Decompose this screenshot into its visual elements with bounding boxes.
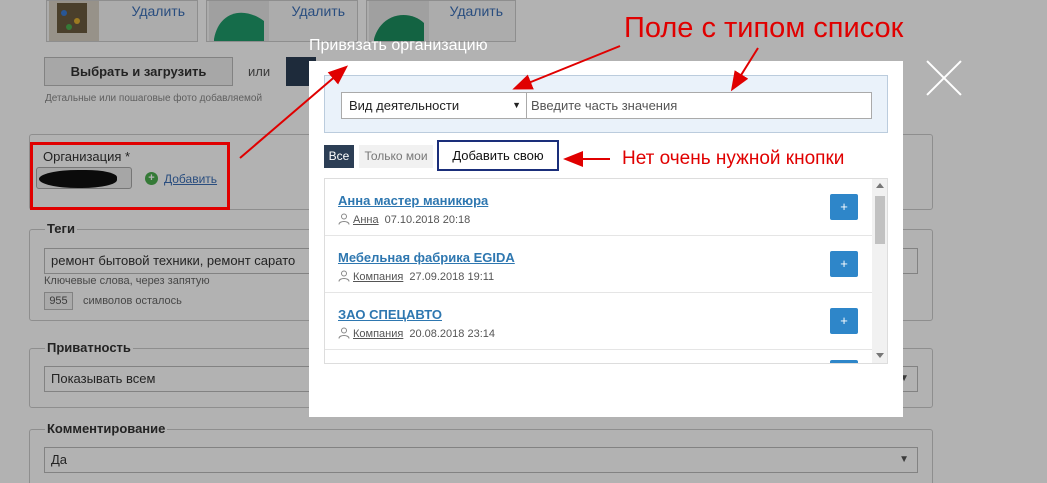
- item-author-link[interactable]: Компания: [353, 271, 403, 283]
- link-organization-modal: Вид деятельности ▼ Все Только мои Добави…: [309, 61, 903, 417]
- list-item: Анна мастер маникюра Анна 07.10.2018 20:1…: [325, 179, 873, 236]
- item-meta: Компания 27.09.2018 19:11: [338, 270, 494, 283]
- user-icon: [338, 270, 350, 282]
- caret-down-icon: ▼: [512, 100, 521, 110]
- tab-only-mine[interactable]: Только мои: [359, 145, 433, 168]
- tab-all[interactable]: Все: [324, 145, 354, 168]
- filter-panel: Вид деятельности ▼: [324, 75, 888, 133]
- organization-name-link[interactable]: Мебельная фабрика EGIDA: [338, 250, 515, 265]
- organization-list: Анна мастер маникюра Анна 07.10.2018 20:1…: [324, 178, 888, 364]
- list-scrollbar[interactable]: [872, 179, 887, 363]
- select-organization-button[interactable]: +: [830, 194, 858, 220]
- item-meta: Анна 07.10.2018 20:18: [338, 213, 470, 226]
- annotation-field-type-note: Поле с типом список: [624, 12, 904, 44]
- scroll-up-icon[interactable]: [876, 183, 884, 188]
- scroll-thumb[interactable]: [875, 196, 885, 244]
- item-date: 07.10.2018 20:18: [384, 214, 471, 226]
- activity-type-select[interactable]: Вид деятельности ▼: [341, 92, 527, 119]
- activity-type-value: Вид деятельности: [349, 98, 460, 113]
- item-author-link[interactable]: Компания: [353, 328, 403, 340]
- list-item: Мебельная фабрика EGIDA Компания 27.09.20…: [325, 236, 873, 293]
- modal-title: Привязать организацию: [309, 37, 488, 54]
- select-organization-button[interactable]: +: [830, 308, 858, 334]
- user-icon: [338, 213, 350, 225]
- annotation-highlight-box: [30, 142, 230, 210]
- organization-name-link[interactable]: Анна мастер маникюра: [338, 193, 488, 208]
- user-icon: [338, 327, 350, 339]
- close-icon[interactable]: [924, 58, 964, 98]
- item-date: 27.09.2018 19:11: [409, 271, 495, 283]
- value-search-input[interactable]: [526, 92, 872, 119]
- list-item: [325, 350, 873, 363]
- select-organization-button[interactable]: +: [830, 251, 858, 277]
- list-item: ЗАО СПЕЦАВТО Компания 20.08.2018 23:14 +: [325, 293, 873, 350]
- item-author-link[interactable]: Анна: [353, 214, 379, 226]
- scroll-down-icon[interactable]: [876, 353, 884, 358]
- add-own-button[interactable]: Добавить свою: [437, 140, 559, 171]
- annotation-missing-button-note: Нет очень нужной кнопки: [622, 148, 845, 169]
- item-date: 20.08.2018 23:14: [409, 328, 495, 340]
- select-organization-button[interactable]: [830, 360, 858, 363]
- item-meta: Компания 20.08.2018 23:14: [338, 327, 495, 340]
- organization-name-link[interactable]: ЗАО СПЕЦАВТО: [338, 307, 442, 322]
